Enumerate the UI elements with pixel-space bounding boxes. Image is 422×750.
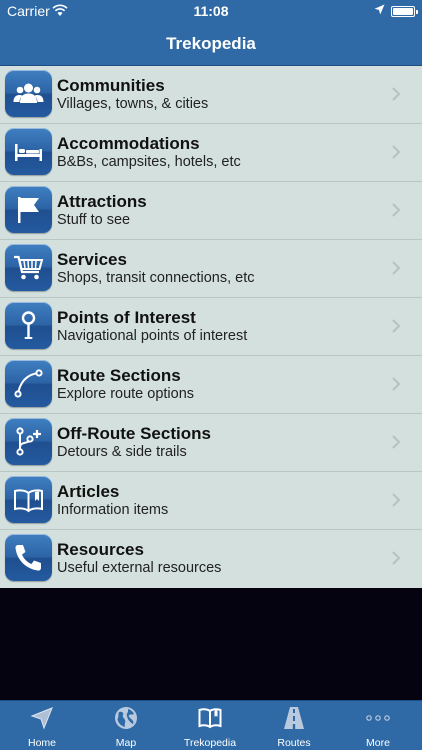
list-item-title: Communities	[57, 76, 165, 95]
list-item-subtitle: Stuff to see	[57, 212, 131, 228]
list-item-off-route-sections[interactable]: Off-Route Sections Detours & side trails	[0, 414, 422, 472]
flag-icon	[5, 186, 52, 233]
category-list: Communities Villages, towns, & cities Ac…	[0, 66, 422, 588]
list-item-communities[interactable]: Communities Villages, towns, & cities	[0, 66, 422, 124]
list-item-subtitle: Navigational points of interest	[57, 328, 248, 344]
tab-trekopedia[interactable]: Trekopedia	[168, 701, 252, 750]
list-item-subtitle: Villages, towns, & cities	[57, 96, 209, 112]
road-icon	[284, 707, 304, 729]
more-dots-icon	[366, 715, 390, 721]
list-item-articles[interactable]: Articles Information items	[0, 472, 422, 530]
clock: 11:08	[193, 3, 229, 19]
tab-routes[interactable]: Routes	[252, 701, 336, 750]
tab-label: More	[366, 737, 390, 749]
list-item-title: Attractions	[57, 192, 147, 211]
list-item-title: Accommodations	[57, 134, 200, 153]
list-item-subtitle: B&Bs, campsites, hotels, etc	[57, 154, 241, 170]
tab-bar: Home Map Trekopedia Routes More	[0, 700, 422, 750]
chevron-right-icon	[392, 377, 401, 391]
location-arrow-icon	[374, 4, 385, 15]
bed-icon	[5, 128, 52, 175]
chevron-right-icon	[392, 145, 401, 159]
chevron-right-icon	[392, 319, 401, 333]
list-item-services[interactable]: Services Shops, transit connections, etc	[0, 240, 422, 298]
route-curve-icon	[5, 360, 52, 407]
navigation-arrow-icon	[30, 707, 53, 730]
list-item-title: Articles	[57, 482, 120, 501]
branch-icon	[5, 418, 52, 465]
chevron-right-icon	[392, 493, 401, 507]
chevron-right-icon	[392, 203, 401, 217]
list-item-attractions[interactable]: Attractions Stuff to see	[0, 182, 422, 240]
book-icon	[198, 708, 222, 729]
list-item-subtitle: Useful external resources	[57, 560, 222, 576]
list-item-subtitle: Shops, transit connections, etc	[57, 270, 255, 286]
list-item-points-of-interest[interactable]: Points of Interest Navigational points o…	[0, 298, 422, 356]
list-item-subtitle: Information items	[57, 502, 169, 518]
list-item-resources[interactable]: Resources Useful external resources	[0, 530, 422, 588]
list-item-title: Services	[57, 250, 127, 269]
chevron-right-icon	[392, 87, 401, 101]
book-icon	[5, 476, 52, 523]
tab-map[interactable]: Map	[84, 701, 168, 750]
chevron-right-icon	[392, 435, 401, 449]
chevron-right-icon	[392, 261, 401, 275]
page-title: Trekopedia	[166, 34, 256, 53]
list-item-accommodations[interactable]: Accommodations B&Bs, campsites, hotels, …	[0, 124, 422, 182]
tab-more[interactable]: More	[336, 701, 420, 750]
list-item-subtitle: Explore route options	[57, 386, 195, 402]
list-item-title: Points of Interest	[57, 308, 196, 327]
cart-icon	[5, 244, 52, 291]
status-bar: Carrier 11:08	[0, 0, 422, 22]
people-icon	[5, 70, 52, 117]
list-item-title: Off-Route Sections	[57, 424, 211, 443]
list-item-subtitle: Detours & side trails	[57, 444, 187, 460]
battery-icon	[391, 6, 418, 17]
navigation-bar: Trekopedia	[0, 22, 422, 66]
phone-icon	[5, 534, 52, 581]
globe-icon	[115, 707, 137, 729]
list-item-title: Resources	[57, 540, 144, 559]
tab-label: Trekopedia	[183, 737, 237, 749]
pin-icon	[5, 302, 52, 349]
list-item-title: Route Sections	[57, 366, 181, 385]
tab-label: Routes	[277, 737, 311, 749]
tab-label: Home	[27, 737, 56, 749]
list-item-route-sections[interactable]: Route Sections Explore route options	[0, 356, 422, 414]
tab-home[interactable]: Home	[0, 701, 84, 750]
tab-label: Map	[115, 737, 137, 749]
chevron-right-icon	[392, 551, 401, 565]
